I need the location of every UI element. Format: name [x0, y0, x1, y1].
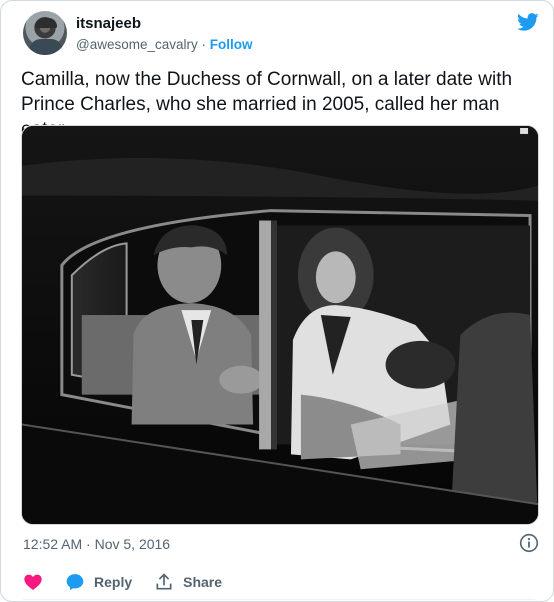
tweet-embed-card: itsnajeeb @awesome_cavalry · Follow Cami… — [0, 0, 554, 602]
tweet-timestamp[interactable]: 12:52 AM · Nov 5, 2016 — [23, 536, 170, 553]
share-button[interactable]: Share — [154, 572, 222, 592]
reply-button[interactable]: Reply — [65, 572, 132, 592]
tweet-photo[interactable] — [21, 125, 539, 525]
display-name[interactable]: itsnajeeb — [76, 15, 141, 33]
info-icon[interactable] — [519, 533, 539, 553]
user-handle[interactable]: @awesome_cavalry — [76, 37, 198, 52]
follow-button[interactable]: Follow — [210, 37, 253, 52]
handle-row: @awesome_cavalry · Follow — [76, 36, 253, 53]
share-label: Share — [183, 574, 223, 590]
heart-icon[interactable] — [23, 572, 43, 592]
avatar[interactable] — [23, 11, 67, 55]
tweet-actions: Reply Share — [23, 572, 244, 592]
reply-bubble-icon — [66, 574, 84, 591]
share-icon — [156, 573, 172, 590]
twitter-bird-icon[interactable] — [516, 11, 540, 33]
divider — [23, 599, 535, 600]
separator-dot: · — [201, 37, 207, 52]
reply-label: Reply — [94, 574, 133, 590]
